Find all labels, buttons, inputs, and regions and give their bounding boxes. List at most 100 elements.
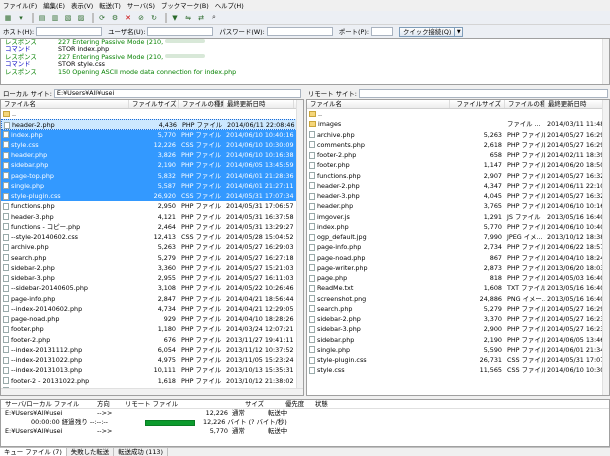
local-header-1[interactable]: ファイルサイズ: [129, 100, 179, 108]
remote-file-row[interactable]: imgover.js 1,291 JS ファイル 2013/05/16 16:40:.…: [307, 212, 609, 222]
toggle-log-icon[interactable]: ▤: [37, 13, 47, 23]
local-file-row[interactable]: --index-20131013.php 10,111 PHP ファイル 2013/1…: [1, 365, 303, 375]
remote-file-row[interactable]: archive.php 5,263 PHP ファイル2014/05/27 16:29…: [307, 130, 609, 140]
remote-file-row[interactable]: comments.php 2,618 PHP ファイル 2014/05/27 16:2…: [307, 140, 609, 150]
local-file-row[interactable]: --index-20131112.php 6,054 PHP ファイル 2013/11…: [1, 345, 303, 355]
cancel-icon[interactable]: ✕: [123, 13, 133, 23]
remote-header-3[interactable]: 最終更新日時: [545, 100, 605, 108]
remote-file-row[interactable]: sidebar-3.php 2,900 PHP ファイル 2014/05/27 16:…: [307, 324, 609, 334]
menu-item[interactable]: ファイル(F): [0, 1, 40, 10]
menu-item[interactable]: ブックマーク(B): [158, 1, 212, 10]
menu-item[interactable]: 表示(V): [68, 1, 96, 10]
remote-file-row[interactable]: header-2.php 4,347 PHP ファイル 2014/06/11 22:1…: [307, 181, 609, 191]
local-scrollbar[interactable]: [296, 100, 303, 395]
local-file-row[interactable]: sidebar-3.php 2,955 PHP ファイル 2014/05/27 16:…: [1, 273, 303, 283]
local-file-row[interactable]: page-top.php 5,832 PHP ファイル 2014/06/01 21:2…: [1, 170, 303, 181]
local-file-row[interactable]: --sidebar-20140605.php 3,108 PHP ファイル 2014/…: [1, 283, 303, 293]
remote-file-row[interactable]: style-plugin.css 26,731 CSS ファイル 2014/05/31…: [307, 355, 609, 365]
local-file-row[interactable]: sidebar.php 2,190 PHP ファイル 2014/06/05 13:45…: [1, 160, 303, 171]
toggle-remote-tree-icon[interactable]: ▧: [63, 13, 73, 23]
local-header-2[interactable]: ファイルの種類: [179, 100, 224, 108]
local-file-row[interactable]: ..: [1, 109, 303, 119]
remote-file-row[interactable]: page-info.php 2,734 PHP ファイル 2014/06/22 18:…: [307, 242, 609, 252]
local-file-row[interactable]: footer-2 - 20131022.php 1,618 PHP ファイル 2013…: [1, 376, 303, 386]
log-scrollbar[interactable]: [602, 39, 609, 84]
remote-file-row[interactable]: images ファイル ... 2014/03/11 11:48:...: [307, 119, 609, 129]
menu-item[interactable]: ヘルプ(H): [212, 1, 247, 10]
local-hscrollbar[interactable]: [1, 388, 303, 395]
queue-tab[interactable]: キュー ファイル (7): [0, 448, 67, 456]
local-file-row[interactable]: --index-20140602.php 4,734 PHP ファイル 2014/04…: [1, 304, 303, 314]
local-path-input[interactable]: E:¥Users¥All¥usei: [53, 88, 301, 98]
pass-input[interactable]: [266, 27, 333, 36]
local-file-row[interactable]: functions - コピー.php 2,464 PHP ファイル 2014/05/…: [1, 222, 303, 232]
remote-file-row[interactable]: single.php 5,590 PHP ファイル2014/06/01 21:34:…: [307, 345, 609, 355]
remote-file-row[interactable]: page.php 818 PHP ファイル2014/05/03 16:40:...: [307, 273, 609, 283]
local-file-row[interactable]: sidebar-2.php 3,360 PHP ファイル 2014/05/27 15:…: [1, 263, 303, 273]
quickconnect-button[interactable]: クイック接続(Q): [398, 26, 456, 37]
local-header-0[interactable]: ファイル名: [1, 100, 129, 108]
local-file-row[interactable]: header-3.php 4,121 PHP ファイル 2014/05/31 16:3…: [1, 212, 303, 222]
toggle-tree-icon[interactable]: ▥: [50, 13, 60, 23]
dropdown-icon[interactable]: ▾: [16, 13, 26, 23]
disconnect-icon[interactable]: ⊘: [136, 13, 146, 23]
remote-file-row[interactable]: header.php 3,765 PHP ファイル2014/06/10 10:16:…: [307, 201, 609, 211]
reconnect-icon[interactable]: ↻: [149, 13, 159, 23]
remote-file-row[interactable]: index.php 5,770 PHP ファイル2014/06/10 10:40:.…: [307, 222, 609, 232]
host-input[interactable]: [36, 27, 103, 36]
user-input[interactable]: [147, 27, 214, 36]
local-file-row[interactable]: --style-20140602.css 12,413 CSS ファイル 2014/0…: [1, 232, 303, 242]
queue-header-2[interactable]: リモート ファイル: [121, 400, 241, 408]
local-file-row[interactable]: footer-2.php 676 PHP ファイル 2013/11/27 19:41:…: [1, 335, 303, 345]
remote-file-row[interactable]: screenshot.png 24,886 PNG イメー... 2013/05/16…: [307, 294, 609, 304]
local-file-row[interactable]: page-noad.php 929 PHP ファイル 2014/04/10 18:28…: [1, 314, 303, 324]
remote-header-2[interactable]: ファイルの種類: [505, 100, 545, 108]
remote-file-row[interactable]: header-3.php 4,045 PHP ファイル 2014/05/27 16:3…: [307, 191, 609, 201]
remote-scrollbar[interactable]: [602, 100, 609, 395]
site-manager-icon[interactable]: ▦: [3, 13, 13, 23]
local-file-row[interactable]: index.php 5,770 PHP ファイル 2014/06/10 10:40:1…: [1, 129, 303, 140]
remote-file-row[interactable]: ogp_default.jpg 7,990 JPEG イメ... 2013/10/12…: [307, 232, 609, 242]
local-file-row[interactable]: search.php 5,279 PHP ファイル 2014/05/27 16:27:…: [1, 253, 303, 263]
local-file-row[interactable]: style.css 12,226 CSS ファイル 2014/06/10 10:30:…: [1, 139, 303, 150]
menu-item[interactable]: 編集(E): [40, 1, 68, 10]
queue-header-1[interactable]: 方向: [93, 400, 121, 408]
remote-file-row[interactable]: functions.php 2,907 PHP ファイル 2014/05/27 16:…: [307, 171, 609, 181]
chevron-down-icon[interactable]: ▼: [455, 26, 464, 37]
remote-file-row[interactable]: sidebar.php 2,190 PHP ファイル2014/06/05 13:46…: [307, 335, 609, 345]
local-file-row[interactable]: header-2.php 4,436 PHP ファイル 2014/06/11 22:0…: [1, 119, 303, 130]
remote-header-0[interactable]: ファイル名: [307, 100, 450, 108]
process-queue-icon[interactable]: ⚙: [110, 13, 120, 23]
queue-row[interactable]: E:¥Users¥All¥usei -->> 5,770 通常 転送中: [1, 427, 609, 436]
local-file-row[interactable]: single.php 5,587 PHP ファイル 2014/06/01 21:27:…: [1, 180, 303, 191]
remote-file-row[interactable]: sidebar-2.php 3,370 PHP ファイル 2014/05/27 16:…: [307, 314, 609, 324]
remote-file-row[interactable]: ..: [307, 109, 609, 119]
local-header-3[interactable]: 最終更新日時: [224, 100, 294, 108]
remote-file-row[interactable]: style.css 11,565 CSS ファイル2014/06/10 10:30:…: [307, 365, 609, 375]
menu-item[interactable]: 転送(T): [96, 1, 124, 10]
remote-file-row[interactable]: ReadMe.txt 1,608 TXT ファイル2013/05/16 16:40:…: [307, 283, 609, 293]
remote-file-row[interactable]: footer.php 1,147 PHP ファイル2014/06/20 18:50:…: [307, 160, 609, 170]
queue-tab[interactable]: 転送成功 (113): [114, 448, 168, 456]
filter-icon[interactable]: ▼: [170, 13, 180, 23]
compare-icon[interactable]: ⇋: [183, 13, 193, 23]
local-file-row[interactable]: --index-20131022.php 4,975 PHP ファイル 2013/11…: [1, 355, 303, 365]
local-file-row[interactable]: footer.php 1,180 PHP ファイル 2014/03/24 12:07:…: [1, 324, 303, 334]
queue-header-4[interactable]: 優先度: [281, 400, 311, 408]
local-file-row[interactable]: header.php 3,826 PHP ファイル 2014/06/10 10:16:…: [1, 150, 303, 161]
queue-tab[interactable]: 失敗した転送: [67, 448, 115, 456]
sync-browse-icon[interactable]: ⇄: [196, 13, 206, 23]
search-icon[interactable]: ⌕: [209, 13, 219, 23]
remote-file-row[interactable]: page-noad.php 867 PHP ファイル2014/04/10 18:24…: [307, 253, 609, 263]
remote-file-row[interactable]: search.php 5,279 PHP ファイル2014/05/27 16:29:…: [307, 304, 609, 314]
local-file-row[interactable]: functions.php 2,950 PHP ファイル 2014/05/31 17:…: [1, 201, 303, 211]
local-file-row[interactable]: page-info.php 2,847 PHP ファイル 2014/04/21 18:…: [1, 294, 303, 304]
remote-file-row[interactable]: footer-2.php 658 PHP ファイル2014/02/11 18:39:…: [307, 150, 609, 160]
local-file-row[interactable]: style-plugin.css 26,920 CSS ファイル 2014/05/31…: [1, 191, 303, 202]
remote-path-input[interactable]: [358, 88, 608, 98]
remote-header-1[interactable]: ファイルサイズ: [450, 100, 505, 108]
menu-item[interactable]: サーバ(S): [124, 1, 158, 10]
queue-header-3[interactable]: サイズ: [241, 400, 281, 408]
remote-file-row[interactable]: page-writer.php 2,873 PHP ファイル 2013/06/20 1…: [307, 263, 609, 273]
queue-header-0[interactable]: サーバ/ローカル ファイル: [1, 400, 93, 408]
